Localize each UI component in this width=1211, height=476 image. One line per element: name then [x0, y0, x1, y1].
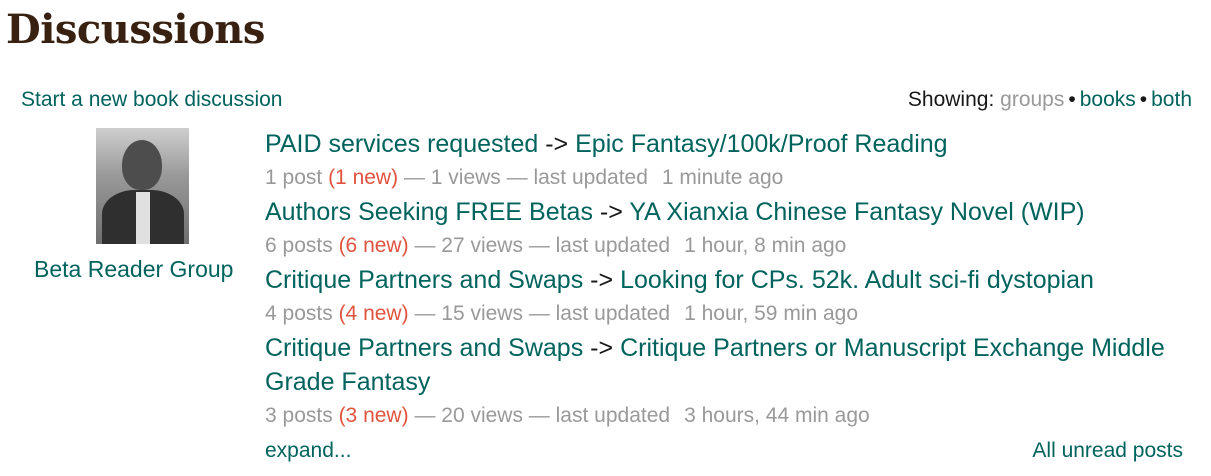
updated-time: 1 minute ago [661, 166, 784, 189]
arrow-separator: -> [545, 130, 569, 158]
all-unread-posts-link[interactable]: All unread posts [1032, 439, 1183, 463]
topic-folder-link[interactable]: Authors Seeking FREE Betas [265, 198, 593, 226]
filter-separator: • [1068, 88, 1076, 111]
filter-separator: • [1139, 88, 1148, 111]
showing-label: Showing: [907, 88, 995, 111]
filter-both-link[interactable]: both [1151, 88, 1192, 111]
topic-meta: 1 post (1 new) — 1 views — last updated 1… [265, 161, 1195, 195]
arrow-separator: -> [590, 334, 614, 362]
updated-time: 3 hours, 44 min ago [684, 404, 870, 427]
list-item: PAID services requested -> Epic Fantasy/… [265, 127, 1195, 195]
list-item: Critique Partners and Swaps -> Critique … [265, 331, 1195, 433]
topic-folder-link[interactable]: Critique Partners and Swaps [265, 266, 583, 294]
views-text: — 1 views — last updated [403, 166, 648, 189]
topic-link[interactable]: YA Xianxia Chinese Fantasy Novel (WIP) [629, 198, 1084, 226]
topic-meta: 6 posts (6 new) — 27 views — last update… [265, 229, 1195, 263]
filter-groups: groups [1000, 88, 1065, 111]
views-text: — 15 views — last updated [414, 302, 671, 325]
topic-title-row: Critique Partners and Swaps -> Looking f… [265, 263, 1195, 297]
topic-title-row: PAID services requested -> Epic Fantasy/… [265, 127, 1195, 161]
arrow-separator: -> [599, 198, 623, 226]
topic-meta: 4 posts (4 new) — 15 views — last update… [265, 297, 1195, 331]
topic-folder-link[interactable]: Critique Partners and Swaps [265, 334, 583, 362]
topic-title-row: Critique Partners and Swaps -> Critique … [265, 331, 1195, 399]
post-count: 6 posts [265, 234, 333, 257]
list-item: Critique Partners and Swaps -> Looking f… [265, 263, 1195, 331]
expand-link[interactable]: expand... [265, 439, 351, 463]
showing-filter: Showing: groups • books • both [908, 88, 1192, 112]
new-posts-link[interactable]: (4 new) [339, 302, 409, 325]
group-name-link[interactable]: Beta Reader Group [34, 256, 233, 283]
new-posts-link[interactable]: (6 new) [339, 234, 409, 257]
updated-time: 1 hour, 8 min ago [684, 234, 847, 257]
arrow-separator: -> [590, 266, 614, 294]
page-title: Discussions [6, 6, 265, 53]
topic-meta: 3 posts (3 new) — 20 views — last update… [265, 399, 1195, 433]
start-discussion-link[interactable]: Start a new book discussion [21, 88, 282, 112]
new-posts-link[interactable]: (3 new) [339, 404, 409, 427]
post-count: 4 posts [265, 302, 333, 325]
filter-books-link[interactable]: books [1080, 88, 1136, 111]
group-avatar-photo[interactable] [96, 128, 189, 244]
list-item: Authors Seeking FREE Betas -> YA Xianxia… [265, 195, 1195, 263]
post-count: 3 posts [265, 404, 333, 427]
updated-time: 1 hour, 59 min ago [684, 302, 859, 325]
views-text: — 27 views — last updated [414, 234, 671, 257]
topic-list: PAID services requested -> Epic Fantasy/… [265, 127, 1195, 433]
views-text: — 20 views — last updated [414, 404, 671, 427]
topic-folder-link[interactable]: PAID services requested [265, 130, 538, 158]
topic-link[interactable]: Looking for CPs. 52k. Adult sci-fi dysto… [620, 266, 1094, 294]
topic-link[interactable]: Epic Fantasy/100k/Proof Reading [575, 130, 947, 158]
new-posts-link[interactable]: (1 new) [328, 166, 398, 189]
topic-title-row: Authors Seeking FREE Betas -> YA Xianxia… [265, 195, 1195, 229]
post-count: 1 post [265, 166, 323, 189]
